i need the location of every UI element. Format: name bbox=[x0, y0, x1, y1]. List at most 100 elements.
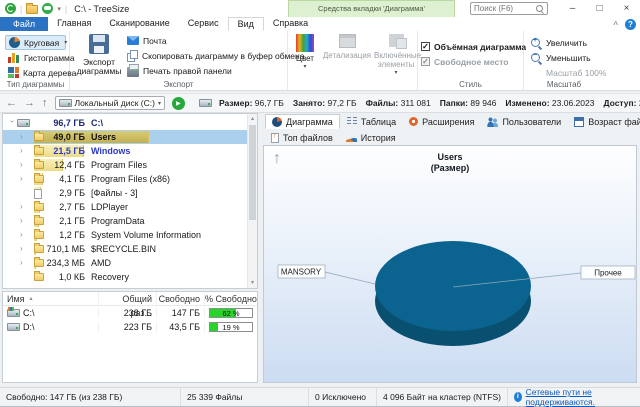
start-scan-button[interactable]: ▶ bbox=[172, 97, 185, 110]
up-icon[interactable]: ↑ bbox=[42, 98, 48, 109]
chart-type-button[interactable]: Гистограмма bbox=[5, 50, 66, 65]
tree-row[interactable]: ›710,1 МБ$RECYCLE.BIN bbox=[3, 242, 247, 256]
network-paths-link[interactable]: Сетевые пути не поддерживаются. bbox=[526, 387, 632, 407]
help-icon[interactable]: ? bbox=[625, 19, 636, 30]
detail-tab-topfiles[interactable]: Топ файлов bbox=[265, 130, 339, 145]
item-name: System Volume Information bbox=[91, 228, 201, 242]
search-box[interactable] bbox=[470, 2, 548, 15]
export-button[interactable]: Скопировать диаграмму в буфер обмена bbox=[124, 48, 307, 63]
pie-top[interactable] bbox=[375, 241, 531, 331]
drive-row[interactable]: D:\223 ГБ43,5 ГБ19 % bbox=[3, 320, 257, 334]
chart-type-button[interactable]: Круговая▾ bbox=[5, 35, 66, 50]
tab-file[interactable]: Файл bbox=[0, 17, 48, 31]
tree-row[interactable]: 2,9 ГБ[Файлы - 3] bbox=[3, 186, 247, 200]
tree-row[interactable]: ›2,1 ГБProgramData bbox=[3, 214, 247, 228]
pie-chart[interactable]: MANSORY Прочее bbox=[264, 146, 636, 382]
drive-free-pct-cell: 62 % bbox=[205, 308, 257, 318]
detail-tab-users[interactable]: Пользователи bbox=[481, 114, 567, 129]
drive-stat: Занято: 97,2 ГБ bbox=[293, 98, 357, 108]
toolbar: ← → ↑ Локальный диск (C:) ▾ ▶ Размер: 96… bbox=[0, 93, 640, 113]
export-diagram-button[interactable]: Экспорт диаграммы bbox=[76, 34, 122, 76]
ribbon-tab[interactable]: Главная bbox=[48, 17, 100, 31]
export-diagram-label: Экспорт диаграммы bbox=[77, 57, 122, 76]
tree-row[interactable]: ›12,4 ГБProgram Files bbox=[3, 158, 247, 172]
ribbon-tab[interactable]: Сканирование bbox=[100, 17, 178, 31]
tree-row[interactable]: ›234,3 МБAMD bbox=[3, 256, 247, 270]
feedback-icon[interactable] bbox=[42, 3, 53, 14]
detail-tab-history[interactable]: История bbox=[340, 130, 402, 145]
item-name: Program Files (x86) bbox=[91, 172, 170, 186]
search-input[interactable] bbox=[474, 4, 536, 13]
tree-row[interactable]: ›21,5 ГБWindows bbox=[3, 144, 247, 158]
checkbox[interactable]: ✓ bbox=[421, 42, 430, 51]
window-title: C:\ - TreeSize bbox=[74, 4, 129, 14]
tree-row[interactable]: ›49,0 ГБUsers bbox=[3, 130, 247, 144]
qat-dropdown-icon[interactable]: ▾ bbox=[57, 5, 61, 13]
ribbon-tab[interactable]: Сервис bbox=[179, 17, 228, 31]
column-header[interactable]: Общий раз... bbox=[99, 292, 157, 305]
style-checkbox-row[interactable]: ✓Объёмная диаграмма bbox=[421, 39, 520, 54]
maximize-button[interactable]: □ bbox=[586, 0, 613, 17]
ribbon-big-button[interactable]: Цвет▾ bbox=[290, 34, 320, 72]
button-label: Печать правой панели bbox=[143, 66, 232, 76]
item-size: 96,7 ГБ bbox=[23, 116, 85, 130]
group-label: Тип диаграммы bbox=[2, 80, 69, 89]
scrollbar-thumb[interactable] bbox=[249, 125, 256, 220]
detail-icon bbox=[339, 34, 356, 48]
drive-stat: Доступ: 23.06.2023 bbox=[603, 98, 640, 108]
topfiles-icon bbox=[271, 133, 279, 143]
item-name: LDPlayer bbox=[91, 200, 128, 214]
item-name: ProgramData bbox=[91, 214, 145, 228]
tree-row[interactable]: ›1,2 ГБSystem Volume Information bbox=[3, 228, 247, 242]
drive-select[interactable]: Локальный диск (C:) ▾ bbox=[55, 96, 165, 110]
detail-tab-tablelines[interactable]: Таблица bbox=[341, 114, 402, 129]
collapse-ribbon-icon[interactable]: ^ bbox=[613, 20, 618, 29]
scroll-up-icon[interactable]: ▴ bbox=[248, 114, 257, 124]
tree-scrollbar[interactable]: ▴ ▾ bbox=[247, 114, 257, 288]
item-size: 2,7 ГБ bbox=[23, 200, 85, 214]
ribbon-tab[interactable]: Вид bbox=[228, 17, 264, 31]
scan-stats: Размер: 96,7 ГБЗанято: 97,2 ГБФайлы: 311… bbox=[219, 98, 640, 108]
tree-row[interactable]: 1,0 КБRecovery bbox=[3, 270, 247, 284]
column-header[interactable]: % Свободно bbox=[205, 292, 257, 305]
title-bar: | ▾ | C:\ - TreeSize Средства вкладки 'Д… bbox=[0, 0, 640, 17]
detail-tabs-row1: ДиаграммаТаблицаРасширенияПользователиВо… bbox=[263, 113, 637, 129]
history-icon bbox=[346, 133, 357, 142]
scale-button[interactable]: +Увеличить bbox=[527, 35, 601, 50]
button-label: Карта дерева bbox=[23, 68, 76, 78]
tree-row[interactable]: ›2,7 ГБLDPlayer bbox=[3, 200, 247, 214]
dropdown-icon: ▾ bbox=[290, 63, 320, 72]
ribbon-tab[interactable]: Справка bbox=[264, 17, 317, 31]
drive-stat: Файлы: 311 081 bbox=[366, 98, 431, 108]
detail-tab-ext[interactable]: Расширения bbox=[403, 114, 480, 129]
dropdown-icon: ▾ bbox=[374, 69, 418, 78]
button-label: Почта bbox=[143, 36, 167, 46]
detail-tab-pietab[interactable]: Диаграмма bbox=[265, 114, 340, 129]
export-button[interactable]: Печать правой панели bbox=[124, 63, 307, 78]
scroll-down-icon[interactable]: ▾ bbox=[248, 278, 257, 288]
item-size: 1,2 ГБ bbox=[23, 228, 85, 242]
folder-tree: ›96,7 ГБC:\›49,0 ГБUsers›21,5 ГБWindows›… bbox=[3, 116, 247, 288]
drive-total: 238 ГБ bbox=[99, 308, 157, 318]
tablelines-icon bbox=[347, 117, 357, 126]
tree-row[interactable]: ›4,1 ГБProgram Files (x86) bbox=[3, 172, 247, 186]
drive-row[interactable]: C:\238 ГБ147 ГБ62 % bbox=[3, 306, 257, 320]
minimize-button[interactable]: – bbox=[559, 0, 586, 17]
drive-icon bbox=[7, 309, 20, 317]
back-icon[interactable]: ← bbox=[6, 98, 17, 109]
export-button[interactable]: Почта bbox=[124, 33, 307, 48]
detail-tab-cal[interactable]: Возраст файлов bbox=[568, 114, 640, 129]
scale-button[interactable]: −Уменьшить bbox=[527, 50, 601, 65]
column-header[interactable]: Имя▴ bbox=[3, 292, 99, 305]
chart-type-button[interactable]: Карта дерева bbox=[5, 65, 66, 80]
open-folder-icon[interactable] bbox=[26, 5, 38, 14]
spacer bbox=[530, 67, 542, 79]
ribbon-tabs: ГлавнаяСканированиеСервисВидСправка bbox=[48, 17, 317, 31]
print-icon bbox=[127, 67, 139, 77]
column-header[interactable]: Свободно bbox=[157, 292, 205, 305]
close-button[interactable]: × bbox=[613, 0, 640, 17]
drive-free: 147 ГБ bbox=[157, 308, 205, 318]
tree-row[interactable]: ›96,7 ГБC:\ bbox=[3, 116, 247, 130]
quick-access-toolbar: | ▾ | bbox=[0, 3, 67, 14]
forward-icon[interactable]: → bbox=[24, 98, 35, 109]
